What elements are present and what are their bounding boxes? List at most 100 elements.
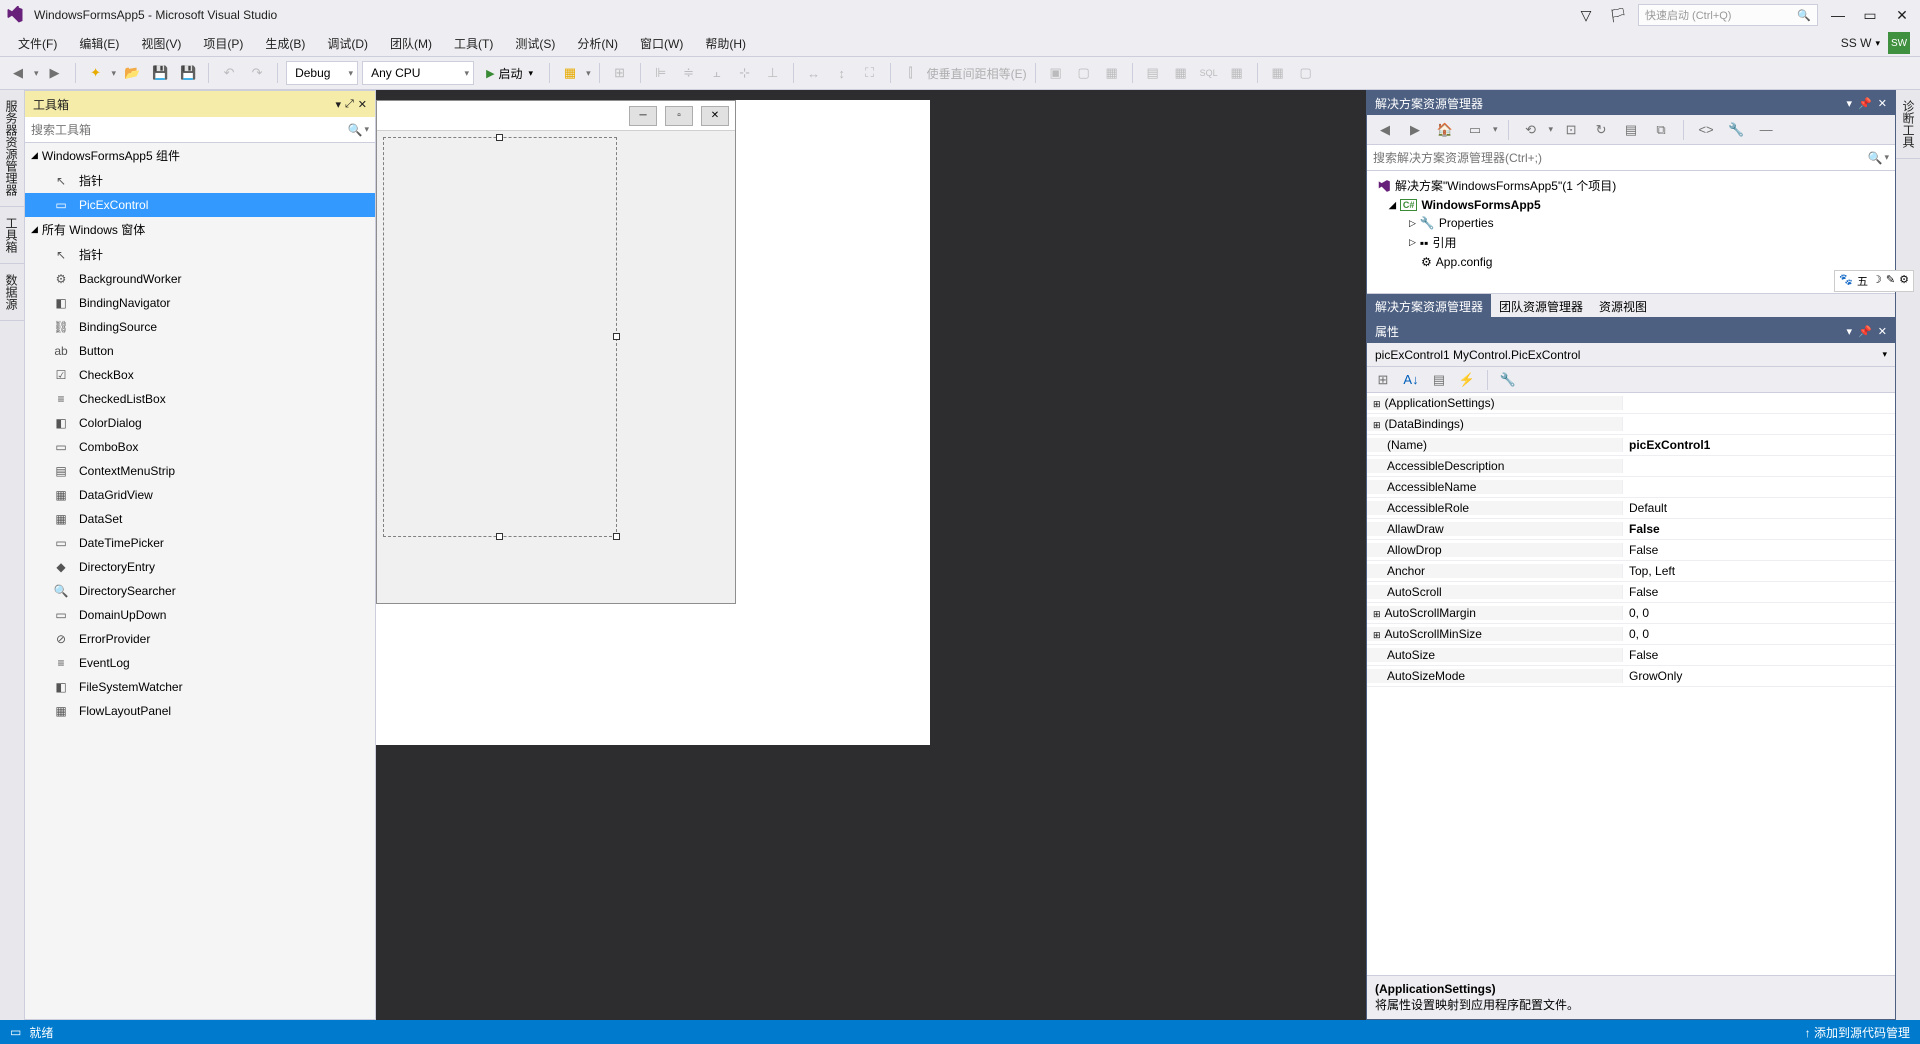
notifications-icon[interactable]: 🏳 — [1606, 3, 1630, 27]
properties-icon[interactable]: ▤ — [1427, 368, 1451, 392]
toolbox-item[interactable]: ≡EventLog — [25, 651, 375, 675]
selected-control[interactable] — [383, 137, 617, 537]
align-top-icon[interactable]: ⫠ — [705, 61, 729, 85]
maximize-button[interactable]: ▭ — [1858, 3, 1882, 27]
back-icon[interactable]: ◀ — [1373, 118, 1397, 142]
toolbox-item[interactable]: ▦FlowLayoutPanel — [25, 699, 375, 723]
redo-button[interactable]: ↷ — [245, 61, 269, 85]
home-icon[interactable]: 🏠 — [1433, 118, 1457, 142]
tree-node[interactable]: ⚙App.config — [1367, 253, 1895, 271]
solution-tree[interactable]: 解决方案"WindowsFormsApp5"(1 个项目) ◢ C# Windo… — [1367, 171, 1895, 293]
form-close-button[interactable]: ✕ — [701, 106, 729, 126]
form-designer[interactable]: ─ ▫ ✕ — [376, 90, 1366, 1020]
toolbox-item[interactable]: 🔍DirectorySearcher — [25, 579, 375, 603]
resize-handle[interactable] — [496, 134, 503, 141]
tab-toolbox[interactable]: 工具箱 — [0, 207, 24, 264]
property-row[interactable]: AllowDropFalse — [1367, 540, 1895, 561]
open-button[interactable]: 📂 — [120, 61, 144, 85]
form-window[interactable]: ─ ▫ ✕ — [376, 100, 736, 604]
property-row[interactable]: AccessibleRoleDefault — [1367, 498, 1895, 519]
toolbox-item[interactable]: abButton — [25, 339, 375, 363]
dropdown-icon[interactable]: ▾ — [1847, 97, 1853, 110]
nav-back-button[interactable]: ◀ — [6, 61, 30, 85]
nav-forward-button[interactable]: ▶ — [43, 61, 67, 85]
alphabetical-icon[interactable]: A↓ — [1399, 368, 1423, 392]
menu-edit[interactable]: 编辑(E) — [71, 33, 127, 54]
menu-team[interactable]: 团队(M) — [382, 33, 440, 54]
last1-icon[interactable]: ▦ — [1266, 61, 1290, 85]
toolbox-item[interactable]: ◧BindingNavigator — [25, 291, 375, 315]
toolbox-item[interactable]: ▭ComboBox — [25, 435, 375, 459]
user-label[interactable]: SS W — [1841, 36, 1872, 50]
properties-grid[interactable]: ⊞(ApplicationSettings)⊞(DataBindings)(Na… — [1367, 393, 1895, 975]
align-center-icon[interactable]: ≑ — [677, 61, 701, 85]
size-height-icon[interactable]: ↕ — [830, 61, 854, 85]
undo-button[interactable]: ↶ — [217, 61, 241, 85]
solution-search-input[interactable] — [1373, 151, 1868, 165]
property-row[interactable]: ⊞AutoScrollMargin0, 0 — [1367, 603, 1895, 624]
toolbox-item[interactable]: ◆DirectoryEntry — [25, 555, 375, 579]
toolbox-item[interactable]: ▭PicExControl — [25, 193, 375, 217]
toolbox-item[interactable]: ▭DateTimePicker — [25, 531, 375, 555]
menu-debug[interactable]: 调试(D) — [319, 33, 376, 54]
close-icon[interactable]: ✕ — [358, 98, 367, 111]
sql-icon[interactable]: SQL — [1197, 61, 1221, 85]
toolbox-item[interactable]: ↖指针 — [25, 242, 375, 267]
start-button[interactable]: ▶启动▾ — [478, 61, 541, 85]
menu-analyze[interactable]: 分析(N) — [569, 33, 626, 54]
tab-server-explorer[interactable]: 服务器资源管理器 — [0, 90, 24, 207]
filter-icon[interactable]: ▽ — [1574, 3, 1598, 27]
project-node[interactable]: ◢ C# WindowsFormsApp5 — [1367, 196, 1895, 214]
misc-icon[interactable]: ▦ — [1100, 61, 1124, 85]
property-row[interactable]: AnchorTop, Left — [1367, 561, 1895, 582]
send-back-icon[interactable]: ▢ — [1072, 61, 1096, 85]
pin-icon[interactable]: 📌 — [1858, 325, 1872, 338]
resize-handle[interactable] — [613, 533, 620, 540]
property-row[interactable]: (Name)picExControl1 — [1367, 435, 1895, 456]
menu-window[interactable]: 窗口(W) — [632, 33, 691, 54]
tab-team-explorer[interactable]: 团队资源管理器 — [1491, 294, 1591, 317]
spacing-text[interactable]: 使垂直间距相等(E) — [927, 65, 1027, 82]
toolbox-item[interactable]: ⚙BackgroundWorker — [25, 267, 375, 291]
size-both-icon[interactable]: ⛶ — [858, 61, 882, 85]
db3-icon[interactable]: ▦ — [1225, 61, 1249, 85]
pin-icon[interactable]: ⤢ — [345, 98, 354, 111]
toolbox-item[interactable]: ⛓BindingSource — [25, 315, 375, 339]
properties-object-selector[interactable]: picExControl1 MyControl.PicExControl ▾ — [1367, 343, 1895, 367]
tool-icon[interactable]: ▦ — [558, 61, 582, 85]
property-row[interactable]: AccessibleName — [1367, 477, 1895, 498]
collapse-icon[interactable]: ⟲ — [1519, 118, 1543, 142]
dropdown-icon[interactable]: ▾ — [1847, 325, 1853, 338]
copy-icon[interactable]: ⧉ — [1649, 118, 1673, 142]
code-icon[interactable]: <> — [1694, 118, 1718, 142]
db-icon[interactable]: ▤ — [1141, 61, 1165, 85]
sync-icon[interactable]: ▭ — [1463, 118, 1487, 142]
last2-icon[interactable]: ▢ — [1294, 61, 1318, 85]
property-row[interactable]: AutoSizeModeGrowOnly — [1367, 666, 1895, 687]
align-left-icon[interactable]: ⊫ — [649, 61, 673, 85]
wrench-icon[interactable]: 🔧 — [1496, 368, 1520, 392]
toolbox-item[interactable]: ▤ContextMenuStrip — [25, 459, 375, 483]
dropdown-icon[interactable]: ▾ — [335, 98, 341, 111]
save-button[interactable]: 💾 — [148, 61, 172, 85]
events-icon[interactable]: ⚡ — [1455, 368, 1479, 392]
spacing-icon[interactable]: ⫿ — [899, 61, 923, 85]
toolbox-item[interactable]: ≡CheckedListBox — [25, 387, 375, 411]
config-combo[interactable]: Debug — [286, 61, 358, 85]
close-button[interactable]: ✕ — [1890, 3, 1914, 27]
toolbox-item[interactable]: ⊘ErrorProvider — [25, 627, 375, 651]
platform-combo[interactable]: Any CPU — [362, 61, 474, 85]
toolbox-search[interactable]: 🔍 ▾ — [25, 117, 375, 143]
tree-node[interactable]: ▷▪▪引用 — [1367, 232, 1895, 253]
menu-view[interactable]: 视图(V) — [133, 33, 189, 54]
toolbox-item[interactable]: ☑CheckBox — [25, 363, 375, 387]
property-row[interactable]: ⊞(DataBindings) — [1367, 414, 1895, 435]
close-icon[interactable]: ✕ — [1878, 97, 1887, 110]
close-icon[interactable]: ✕ — [1878, 325, 1887, 338]
float-badges[interactable]: 🐾五☽✎⚙ — [1834, 270, 1914, 292]
user-badge[interactable]: SW — [1888, 32, 1910, 54]
pin-icon[interactable]: 📌 — [1858, 97, 1872, 110]
size-width-icon[interactable]: ↔ — [802, 61, 826, 85]
align-bottom-icon[interactable]: ⊥ — [761, 61, 785, 85]
menu-help[interactable]: 帮助(H) — [697, 33, 754, 54]
